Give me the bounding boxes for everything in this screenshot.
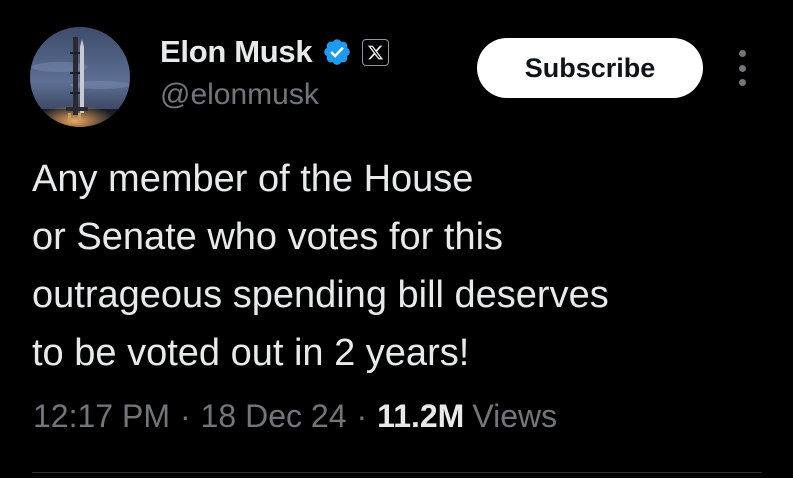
more-dot [738, 64, 746, 72]
author-handle[interactable]: @elonmusk [160, 78, 319, 112]
tweet-card: Elon Musk @elonmusk Subscribe Any member… [0, 0, 793, 478]
views-label[interactable]: Views [472, 398, 557, 435]
more-dot [738, 79, 746, 86]
views-count[interactable]: 11.2M [377, 398, 464, 435]
divider [32, 472, 762, 473]
tweet-meta: 12:17 PM · 18 Dec 24 · 11.2M Views [33, 398, 557, 435]
x-logo-icon[interactable] [362, 38, 390, 66]
verified-badge-icon[interactable] [322, 37, 352, 67]
avatar[interactable] [30, 27, 130, 127]
more-vertical-icon[interactable] [734, 50, 750, 86]
more-dot [738, 50, 746, 57]
tweet-time[interactable]: 12:17 PM [33, 398, 170, 435]
meta-separator: · [356, 398, 368, 434]
author-display-name[interactable]: Elon Musk [160, 34, 313, 70]
rocket-launch-icon [30, 27, 130, 127]
meta-separator: · [179, 398, 191, 434]
tweet-date[interactable]: 18 Dec 24 [201, 398, 347, 435]
author-name-row: Elon Musk [160, 32, 390, 72]
subscribe-button[interactable]: Subscribe [477, 38, 703, 98]
tweet-text: Any member of the House or Senate who vo… [32, 158, 609, 374]
